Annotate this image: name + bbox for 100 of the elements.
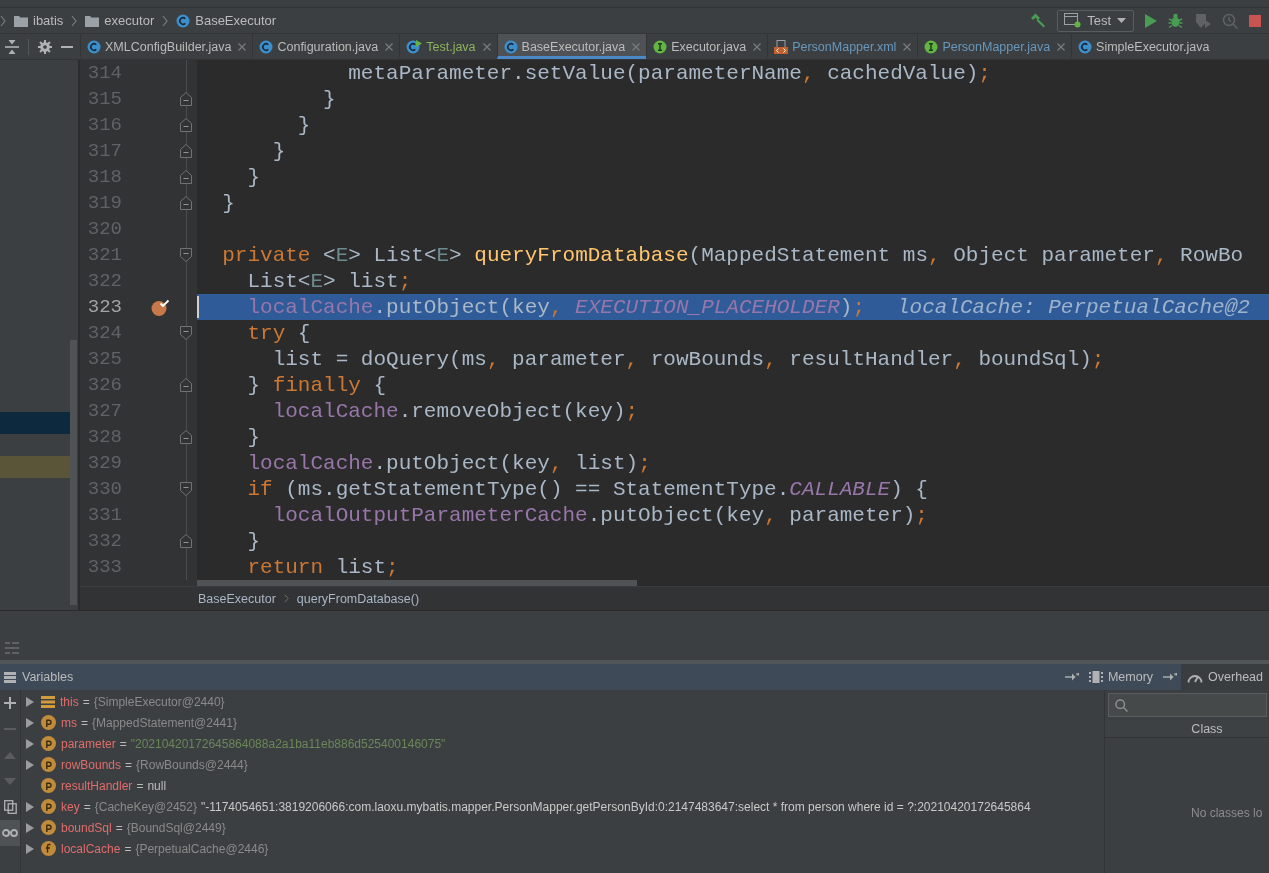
string-value: "-1174054651:3819206066:com.laoxu.mybatis.mapper.PersonMapper.getPersonById:0:2147483647:select * from person where id = ?:20210420172645864: [200, 799, 1031, 814]
window-icon: [1064, 13, 1082, 28]
run-configuration-dropdown[interactable]: Test: [1057, 9, 1134, 32]
expand-arrow-icon[interactable]: [26, 843, 34, 854]
glasses-icon[interactable]: [2, 829, 18, 837]
fold-marker-icon[interactable]: [180, 170, 192, 184]
assignment-operator: =: [119, 736, 127, 751]
fold-marker-icon[interactable]: [180, 248, 192, 262]
code-line: list = doQuery(ms, parameter, rowBounds, resultHandler, boundSql);: [272, 347, 1105, 371]
expand-arrow-icon[interactable]: [26, 717, 34, 728]
plus-icon[interactable]: [4, 697, 16, 709]
stop-icon[interactable]: [1249, 14, 1261, 27]
line-number: 323: [86, 295, 122, 320]
code-line: if (ms.getStatementType() == StatementType.CALLABLE) {: [247, 477, 928, 501]
variable-name: localCache: [61, 841, 121, 856]
chevron-icon: [162, 14, 169, 27]
fold-marker-icon[interactable]: [180, 92, 192, 106]
close-icon[interactable]: [753, 42, 762, 51]
expand-arrow-icon[interactable]: [26, 759, 34, 770]
variable-value: {CacheKey@2452}: [94, 799, 197, 814]
arrow-icon[interactable]: [1163, 673, 1178, 681]
fold-marker-icon[interactable]: [180, 196, 192, 210]
code-line: }: [247, 165, 261, 189]
panel-title: Variables: [22, 670, 74, 684]
settings-icon[interactable]: [38, 39, 52, 54]
breadcrumb-item[interactable]: BaseExecutor: [198, 591, 276, 606]
arrow-icon[interactable]: [1064, 673, 1079, 681]
folder-icon: [14, 14, 28, 27]
breadcrumb-item[interactable]: ibatis: [12, 13, 66, 28]
variable-value: null: [147, 778, 167, 793]
play-icon[interactable]: [1145, 13, 1157, 28]
close-icon[interactable]: [632, 42, 641, 51]
editor-tab[interactable]: XMLConfigBuilder.java: [80, 34, 253, 59]
letter-c-icon: [259, 39, 274, 54]
editor-tab[interactable]: Test.java: [399, 34, 497, 59]
editor-tab[interactable]: PersonMapper.java: [917, 34, 1072, 59]
expand-arrow-icon[interactable]: [26, 801, 34, 812]
folder-icon: [85, 14, 100, 27]
search-field[interactable]: [1108, 693, 1267, 717]
editor-tab[interactable]: Executor.java: [646, 34, 768, 59]
search-icon: [1115, 698, 1128, 712]
breadcrumb-item[interactable]: queryFromDatabase(): [296, 591, 420, 606]
code-line: }: [247, 425, 261, 449]
editor-tab[interactable]: Configuration.java: [252, 34, 400, 59]
copy-icon[interactable]: [3, 800, 17, 814]
letter-c-icon: [176, 13, 191, 28]
letter-f-icon: [41, 841, 56, 856]
collapse-icon[interactable]: [5, 39, 19, 54]
chip-icon: [1088, 671, 1103, 683]
breadcrumb-item[interactable]: executor: [83, 13, 157, 28]
letter-c-icon: [1078, 39, 1093, 54]
scrollbar-thumb[interactable]: [197, 580, 637, 586]
fold-marker-icon[interactable]: [180, 378, 192, 392]
variable-name: key: [61, 799, 80, 814]
letter-i-icon: [924, 39, 939, 54]
code-line: }: [323, 87, 336, 111]
hammer-icon[interactable]: [1030, 12, 1047, 29]
breakpoint-icon[interactable]: [150, 298, 170, 316]
variable-name: boundSql: [61, 820, 112, 835]
expand-arrow-icon[interactable]: [26, 738, 34, 749]
assignment-operator: =: [83, 799, 91, 814]
bug-icon[interactable]: [1168, 12, 1184, 29]
close-icon[interactable]: [385, 42, 394, 51]
chevron-icon: [283, 594, 289, 603]
breadcrumb-item[interactable]: BaseExecutor: [174, 13, 279, 28]
editor-tab[interactable]: SimpleExecutor.java: [1071, 34, 1216, 59]
expand-arrow-icon[interactable]: [26, 822, 34, 833]
close-icon[interactable]: [1057, 42, 1066, 51]
fold-marker-icon[interactable]: [180, 534, 192, 548]
scrollbar-thumb[interactable]: [70, 340, 77, 605]
assignment-operator: =: [115, 820, 123, 835]
code-line: localOutputParameterCache.putObject(key, parameter);: [272, 503, 928, 527]
fold-marker-icon[interactable]: [180, 326, 192, 340]
letter-p-icon: [41, 778, 56, 793]
assignment-operator: =: [82, 694, 90, 709]
list-icon: [4, 671, 16, 683]
fold-marker-icon[interactable]: [180, 430, 192, 444]
close-icon[interactable]: [238, 42, 247, 51]
close-icon[interactable]: [482, 42, 491, 51]
letter-p-icon: [41, 736, 56, 751]
code-line: private <E> List<E> queryFromDatabase(MappedStatement ms, Object parameter, RowBo: [222, 243, 1244, 267]
expand-arrow-icon[interactable]: [26, 696, 34, 707]
fold-marker-icon[interactable]: [180, 144, 192, 158]
fold-marker-icon[interactable]: [180, 482, 192, 496]
assignment-operator: =: [124, 841, 132, 856]
letter-c-play-icon: [406, 39, 423, 54]
variable-value: {MappedStatement@2441}: [92, 715, 237, 730]
editor-tab[interactable]: PersonMapper.xml: [767, 34, 918, 59]
tool-tab[interactable]: Overhead: [1181, 664, 1269, 690]
variable-value: {BoundSql@2449}: [126, 820, 226, 835]
empty-state-text: No classes lo: [1190, 806, 1264, 820]
chevron-icon: [0, 14, 6, 27]
code-line: localCache.putObject(key, list);: [247, 451, 651, 475]
letter-p-icon: [41, 799, 56, 814]
fold-marker-icon[interactable]: [180, 118, 192, 132]
editor-tab[interactable]: BaseExecutor.java: [496, 34, 647, 59]
text-cursor: [197, 296, 199, 318]
tool-tab[interactable]: Memory: [1082, 664, 1160, 690]
close-icon[interactable]: [903, 42, 912, 51]
minus-icon[interactable]: [61, 45, 73, 48]
